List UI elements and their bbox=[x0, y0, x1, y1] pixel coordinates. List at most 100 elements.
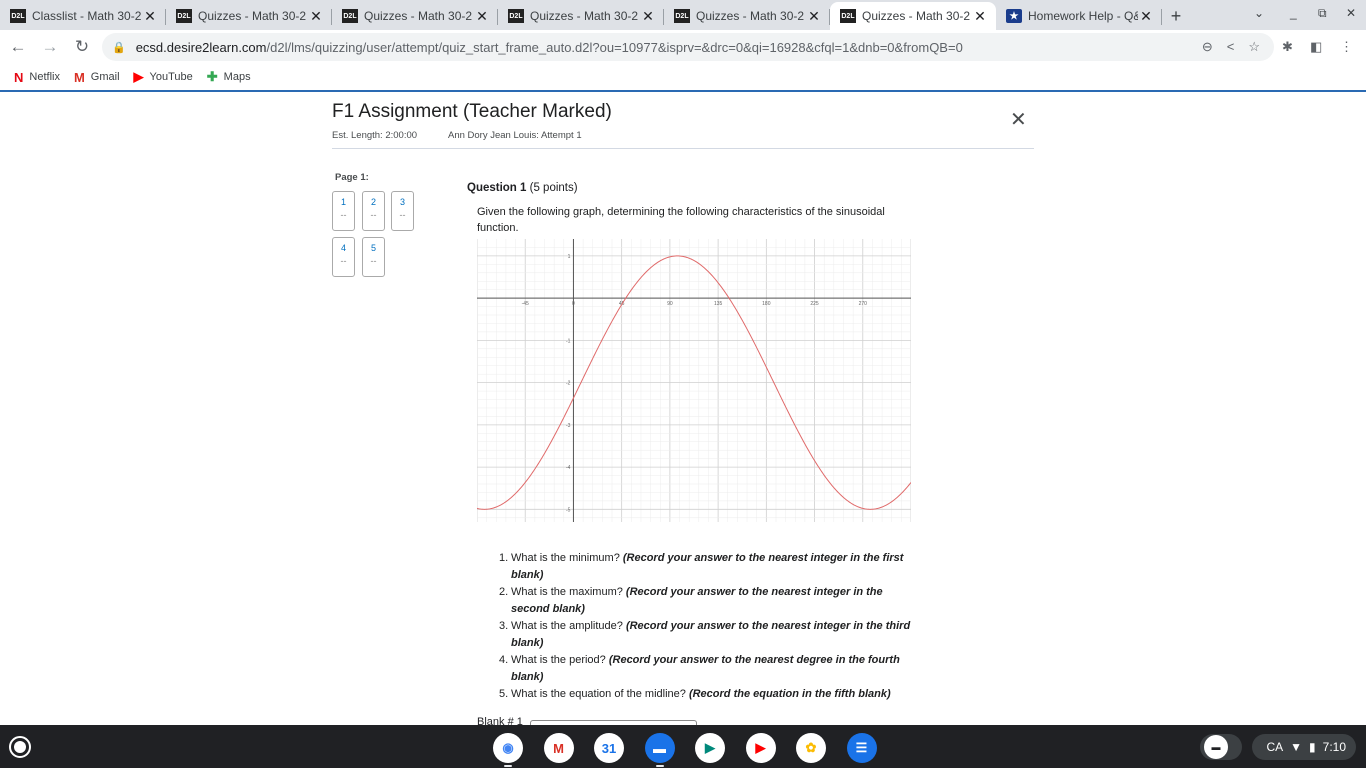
running-indicator bbox=[655, 765, 664, 767]
bookmark-netflix[interactable]: N Netflix bbox=[14, 70, 60, 85]
sub-question-body: What is the maximum? (Record your answer… bbox=[511, 584, 919, 618]
os-shelf: ◉ M 31 ▬ ▶ ▶ ✿ ☰ ▬ CA ▼ ▮ 7:10 bbox=[0, 725, 1366, 768]
tab-favicon-icon: D2L bbox=[840, 9, 856, 23]
youtube-icon[interactable]: ▶ bbox=[745, 733, 776, 763]
question-number: 1 bbox=[340, 197, 346, 207]
forward-button[interactable]: → bbox=[36, 37, 64, 57]
sub-question-number: 1. bbox=[499, 552, 509, 564]
tab-close-icon[interactable]: ✕ bbox=[972, 8, 988, 25]
tab-favicon-icon: D2L bbox=[342, 9, 358, 23]
close-quiz-button[interactable]: ✕ bbox=[1010, 107, 1027, 132]
tab-close-icon[interactable]: ✕ bbox=[142, 8, 158, 25]
messages-icon[interactable]: ☰ bbox=[846, 733, 877, 763]
launcher-button[interactable] bbox=[9, 736, 31, 758]
bookmarks-bar: N Netflix M Gmail ▶ YouTube ✚ Maps bbox=[0, 64, 1366, 92]
tab-favicon-icon: D2L bbox=[508, 9, 524, 23]
bookmark-label: Maps bbox=[223, 71, 251, 83]
netflix-icon: N bbox=[14, 69, 24, 85]
files-icon[interactable]: ▬ bbox=[644, 733, 675, 763]
side-panel-icon[interactable]: ◧ bbox=[1310, 39, 1322, 55]
bookmark-maps[interactable]: ✚ Maps bbox=[207, 69, 251, 85]
tab-close-icon[interactable]: ✕ bbox=[308, 8, 324, 25]
lock-icon[interactable]: 🔒 bbox=[112, 41, 126, 54]
browser-tab[interactable]: D2L Quizzes - Math 30-2 - S✕ bbox=[332, 2, 498, 30]
question-nav-button-1[interactable]: 1 -- bbox=[332, 191, 355, 231]
attempt-info: Ann Dory Jean Louis: Attempt 1 bbox=[448, 130, 582, 141]
question-nav-button-5[interactable]: 5 -- bbox=[362, 237, 385, 277]
tab-favicon-icon: D2L bbox=[10, 9, 26, 23]
x-tick-label: 135 bbox=[714, 301, 723, 307]
divider bbox=[332, 148, 1034, 149]
meet-icon[interactable]: ▶ bbox=[695, 733, 725, 763]
url-path: /d2l/lms/quizzing/user/attempt/quiz_star… bbox=[266, 39, 963, 55]
gmail-icon: M bbox=[73, 69, 85, 85]
back-button[interactable]: ← bbox=[4, 37, 32, 57]
menu-icon[interactable]: ⋮ bbox=[1340, 39, 1353, 55]
sub-question: 2. What is the maximum? (Record your answ… bbox=[499, 584, 919, 618]
sub-question-text: What is the minimum? bbox=[511, 552, 623, 564]
tab-close-icon[interactable]: ✕ bbox=[474, 8, 490, 25]
question-nav-button-3[interactable]: 3 -- bbox=[391, 191, 414, 231]
browser-tab[interactable]: D2L Quizzes - Math 30-2 - S✕ bbox=[166, 2, 332, 30]
tab-close-icon[interactable]: ✕ bbox=[1138, 8, 1154, 25]
sub-question-body: What is the equation of the midline? (Re… bbox=[511, 686, 891, 703]
reload-button[interactable]: ↻ bbox=[68, 37, 96, 57]
x-tick-label: 0 bbox=[572, 301, 575, 307]
sub-question-body: What is the period? (Record your answer … bbox=[511, 652, 919, 686]
sub-question-number: 2. bbox=[499, 586, 509, 598]
question-number: 2 bbox=[370, 197, 376, 207]
photos-icon[interactable]: ✿ bbox=[796, 733, 826, 763]
sub-question: 4. What is the period? (Record your answe… bbox=[499, 652, 919, 686]
est-length: Est. Length: 2:00:00 bbox=[332, 130, 418, 141]
question-nav-button-2[interactable]: 2 -- bbox=[362, 191, 385, 231]
question-status: -- bbox=[370, 256, 377, 266]
status-tray[interactable]: CA ▼ ▮ 7:10 bbox=[1252, 734, 1356, 760]
new-tab-button[interactable]: + bbox=[1162, 2, 1190, 30]
sub-question-text: What is the equation of the midline? bbox=[511, 688, 689, 700]
browser-tab[interactable]: D2L Quizzes - Math 30-2 - S✕ bbox=[830, 2, 996, 30]
youtube-icon: ▶ bbox=[133, 69, 144, 84]
browser-tab[interactable]: D2L Classlist - Math 30-2 - ✕ bbox=[0, 2, 166, 30]
bookmark-star-icon[interactable]: ☆ bbox=[1248, 39, 1260, 55]
question-status: -- bbox=[340, 256, 347, 266]
question-number: 4 bbox=[340, 243, 346, 253]
tab-close-icon[interactable]: ✕ bbox=[640, 8, 656, 25]
y-tick-label: -5 bbox=[566, 507, 571, 513]
tote-button[interactable]: ▬ bbox=[1200, 734, 1242, 760]
question-status: -- bbox=[370, 210, 377, 220]
share-icon[interactable]: < bbox=[1227, 39, 1235, 55]
gmail-icon[interactable]: M bbox=[543, 733, 574, 763]
browser-tab[interactable]: ★ Homework Help - Q&A ✕ bbox=[996, 2, 1162, 30]
minimize-button[interactable]: _ bbox=[1290, 6, 1297, 20]
tab-strip: D2L Classlist - Math 30-2 - ✕ D2L Quizzes - … bbox=[0, 0, 1366, 30]
tab-favicon-icon: D2L bbox=[674, 9, 690, 23]
bookmark-gmail[interactable]: M Gmail bbox=[74, 70, 120, 85]
calendar-icon[interactable]: 31 bbox=[594, 733, 624, 763]
browser-tab[interactable]: D2L Quizzes - Math 30-2 - S✕ bbox=[498, 2, 664, 30]
sub-question: 3. What is the amplitude? (Record your an… bbox=[499, 618, 919, 652]
zoom-icon[interactable]: ⊖ bbox=[1202, 39, 1213, 55]
x-tick-label: -45 bbox=[522, 301, 529, 307]
window-close-button[interactable]: ✕ bbox=[1346, 6, 1356, 20]
bookmark-youtube[interactable]: ▶ YouTube bbox=[134, 69, 193, 85]
browser-tab[interactable]: D2L Quizzes - Math 30-2 - S✕ bbox=[664, 2, 830, 30]
tab-close-icon[interactable]: ✕ bbox=[806, 8, 822, 25]
restore-button[interactable]: ⧉ bbox=[1318, 6, 1327, 21]
tab-search-icon[interactable]: ⌄ bbox=[1254, 6, 1264, 20]
y-tick-label: -4 bbox=[566, 465, 571, 471]
quiz-page: F1 Assignment (Teacher Marked) ✕ Est. Le… bbox=[0, 94, 1366, 725]
chrome-icon[interactable]: ◉ bbox=[493, 733, 523, 763]
locale-label: CA bbox=[1266, 740, 1284, 754]
sub-question: 1. What is the minimum? (Record your answ… bbox=[499, 550, 919, 584]
tab-title: Classlist - Math 30-2 - bbox=[32, 9, 142, 23]
tab-title: Quizzes - Math 30-2 - S bbox=[530, 9, 640, 23]
question-status: -- bbox=[399, 210, 406, 220]
tab-title: Quizzes - Math 30-2 - S bbox=[696, 9, 806, 23]
tab-favicon-icon: D2L bbox=[176, 9, 192, 23]
address-bar[interactable]: 🔒 ecsd.desire2learn.com/d2l/lms/quizzing… bbox=[102, 33, 1274, 61]
tab-title: Homework Help - Q&A bbox=[1028, 9, 1138, 23]
sub-question-number: 3. bbox=[499, 620, 509, 632]
extensions-icon[interactable]: ✱ bbox=[1282, 39, 1293, 55]
bookmark-label: Netflix bbox=[29, 71, 60, 83]
question-nav-button-4[interactable]: 4 -- bbox=[332, 237, 355, 277]
